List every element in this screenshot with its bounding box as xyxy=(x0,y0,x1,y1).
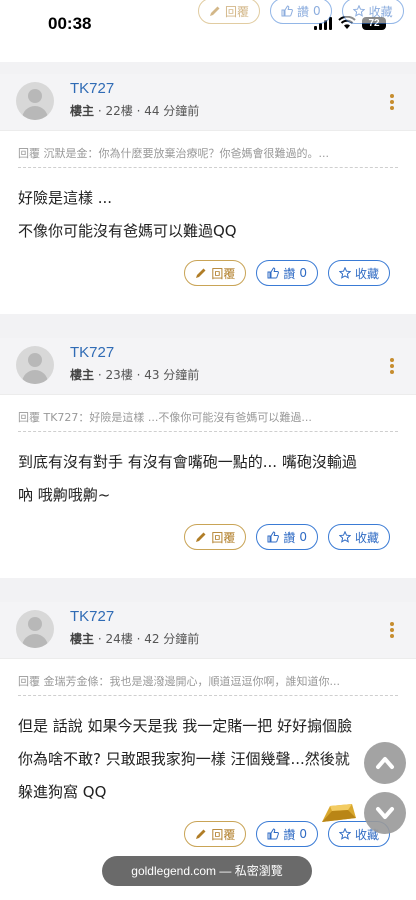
browser-url-pill[interactable]: goldlegend.com — 私密瀏覽 xyxy=(102,856,312,886)
floor-number: 24樓 xyxy=(105,632,133,646)
like-label: 讚 xyxy=(283,827,296,842)
like-button[interactable]: 讚 0 xyxy=(256,260,318,286)
chevron-down-icon xyxy=(376,807,394,819)
post-actions: 回覆 讚 0 收藏 xyxy=(0,512,416,550)
post-actions: 回覆 讚 0 收藏 xyxy=(0,248,416,286)
content-line: 但是 話說 如果今天是我 我一定賭一把 好好搧個臉 xyxy=(18,717,353,735)
post-header: TK727 樓主 · 23樓 · 43 分鐘前 xyxy=(0,338,416,395)
thumbs-up-icon xyxy=(267,531,280,543)
favorite-button[interactable]: 收藏 xyxy=(327,524,390,550)
avatar[interactable] xyxy=(16,82,54,120)
pencil-icon xyxy=(196,532,206,542)
post-floor-23: TK727 樓主 · 23樓 · 43 分鐘前 回覆 TK727：好險是這樣 .… xyxy=(0,338,416,578)
kebab-menu-icon[interactable] xyxy=(390,622,394,638)
reply-label: 回覆 xyxy=(211,827,236,842)
reply-label: 回覆 xyxy=(225,4,250,19)
star-icon xyxy=(338,828,351,840)
star-icon xyxy=(338,267,351,279)
post-floor-22: TK727 樓主 · 22樓 · 44 分鐘前 回覆 沉默是金：你為什麼要放棄治… xyxy=(0,74,416,314)
author-role: 樓主 xyxy=(70,368,95,382)
content-line: 好險是這樣 ... xyxy=(18,189,113,207)
avatar[interactable] xyxy=(16,346,54,384)
favorite-button[interactable]: 收藏 xyxy=(341,0,404,24)
thumbs-up-icon xyxy=(281,5,293,17)
like-count: 0 xyxy=(299,266,307,280)
reply-quote[interactable]: 回覆 沉默是金：你為什麼要放棄治療呢？你爸媽會很難過的。... xyxy=(18,131,398,168)
favorite-button[interactable]: 收藏 xyxy=(327,260,390,286)
reply-button[interactable]: 回覆 xyxy=(184,524,247,550)
post-meta: 樓主 · 23樓 · 43 分鐘前 xyxy=(70,368,200,382)
star-icon xyxy=(352,5,365,17)
pencil-icon xyxy=(196,829,206,839)
post-header: TK727 樓主 · 22樓 · 44 分鐘前 xyxy=(0,74,416,131)
star-icon xyxy=(338,531,351,543)
content-line: 到底有沒有對手 有沒有會嘴砲一點的... 嘴砲沒輸過 xyxy=(18,453,357,471)
favorite-label: 收藏 xyxy=(354,530,379,545)
post-meta: 樓主 · 24樓 · 42 分鐘前 xyxy=(70,632,200,646)
chevron-up-icon xyxy=(376,757,394,769)
reply-button[interactable]: 回覆 xyxy=(198,0,261,24)
post-content: 但是 話說 如果今天是我 我一定賭一把 好好搧個臉 你為啥不敢? 只敢跟我家狗一… xyxy=(18,696,398,809)
post-time: 42 分鐘前 xyxy=(144,632,200,646)
pencil-icon xyxy=(196,268,206,278)
scroll-up-button[interactable] xyxy=(364,742,406,784)
author-role: 樓主 xyxy=(70,104,95,118)
reply-quote[interactable]: 回覆 金瑞芳金條：我也是邊潑邊開心，順道逗逗你啊，誰知道你... xyxy=(18,659,398,696)
reply-quote[interactable]: 回覆 TK727：好險是這樣 ...不像你可能沒有爸媽可以難過... xyxy=(18,395,398,432)
like-button[interactable]: 讚 0 xyxy=(256,524,318,550)
content-line: 不像你可能沒有爸媽可以難過QQ xyxy=(18,222,237,240)
content-line: 吶 哦齁哦齁~ xyxy=(18,486,111,504)
favorite-label: 收藏 xyxy=(354,266,379,281)
like-button[interactable]: 讚 0 xyxy=(256,821,318,847)
kebab-menu-icon[interactable] xyxy=(390,358,394,374)
floor-number: 23樓 xyxy=(105,368,133,382)
post-time: 43 分鐘前 xyxy=(144,368,200,382)
post-content: 好險是這樣 ... 不像你可能沒有爸媽可以難過QQ xyxy=(18,168,398,248)
post-content: 到底有沒有對手 有沒有會嘴砲一點的... 嘴砲沒輸過 吶 哦齁哦齁~ xyxy=(18,432,398,512)
gold-bar-icon[interactable] xyxy=(318,800,358,828)
content-line: 你為啥不敢? 只敢跟我家狗一樣 汪個幾聲...然後就 xyxy=(18,750,350,768)
pencil-icon xyxy=(210,6,220,16)
floor-number: 22樓 xyxy=(105,104,133,118)
favorite-label: 收藏 xyxy=(368,4,393,19)
avatar[interactable] xyxy=(16,610,54,648)
like-count: 0 xyxy=(313,4,321,18)
like-label: 讚 xyxy=(297,4,310,19)
username[interactable]: TK727 xyxy=(70,344,114,361)
post-header: TK727 樓主 · 24樓 · 42 分鐘前 xyxy=(0,602,416,659)
reply-label: 回覆 xyxy=(211,530,236,545)
author-role: 樓主 xyxy=(70,632,95,646)
like-count: 0 xyxy=(299,827,307,841)
post-time: 44 分鐘前 xyxy=(144,104,200,118)
like-label: 讚 xyxy=(283,266,296,281)
like-button[interactable]: 讚 0 xyxy=(270,0,332,24)
username[interactable]: TK727 xyxy=(70,80,114,97)
reply-button[interactable]: 回覆 xyxy=(184,821,247,847)
post-meta: 樓主 · 22樓 · 44 分鐘前 xyxy=(70,104,200,118)
kebab-menu-icon[interactable] xyxy=(390,94,394,110)
reply-button[interactable]: 回覆 xyxy=(184,260,247,286)
thumbs-up-icon xyxy=(267,828,280,840)
like-count: 0 xyxy=(299,530,307,544)
like-label: 讚 xyxy=(283,530,296,545)
scroll-down-button[interactable] xyxy=(364,792,406,834)
previous-post-actions: 回覆 讚 0 收藏 xyxy=(198,0,404,24)
thumbs-up-icon xyxy=(267,267,280,279)
status-time: 00:38 xyxy=(48,14,92,33)
username[interactable]: TK727 xyxy=(70,608,114,625)
reply-label: 回覆 xyxy=(211,266,236,281)
